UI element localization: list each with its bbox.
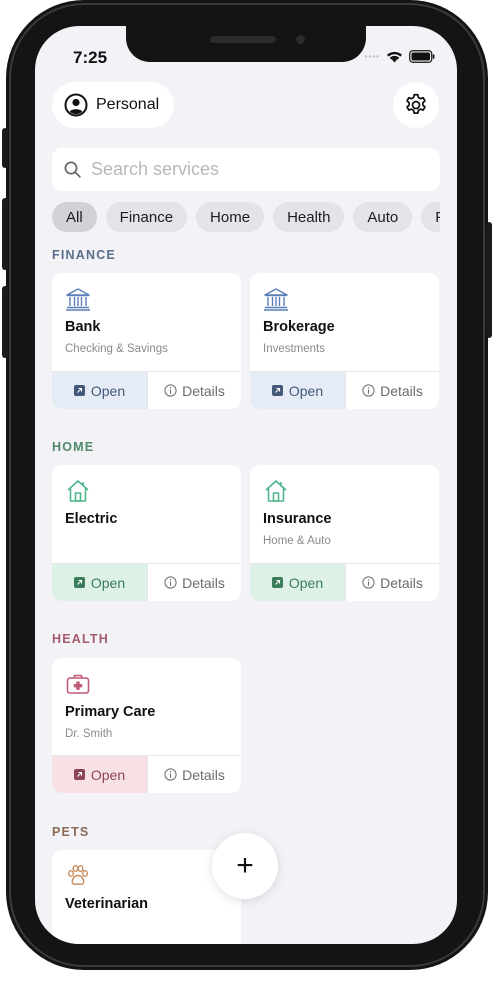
filter-chip-home[interactable]: Home: [196, 202, 265, 232]
open-button[interactable]: Open: [52, 564, 147, 601]
details-label: Details: [380, 574, 423, 591]
power-button: [486, 222, 492, 338]
details-button[interactable]: Details: [147, 372, 241, 409]
add-service-button[interactable]: +: [212, 833, 278, 899]
open-button[interactable]: Open: [52, 372, 147, 409]
filter-chip-auto[interactable]: Auto: [353, 202, 413, 232]
filter-chip-finance[interactable]: Finance: [105, 202, 188, 232]
open-button[interactable]: Open: [250, 372, 345, 409]
battery-icon: [409, 50, 435, 63]
signal-dots-icon: ••••: [364, 52, 380, 61]
open-label: Open: [288, 574, 324, 591]
section-title-home: HOME: [52, 440, 95, 454]
filter-chip-all[interactable]: All: [52, 202, 97, 232]
user-circle-icon: [64, 93, 88, 117]
gear-icon: [406, 93, 426, 114]
card-actions: Open Details: [52, 755, 241, 793]
section-title-finance: FINANCE: [52, 248, 116, 262]
filter-chips: All Finance Home Health Auto Pets: [52, 202, 440, 232]
card-subtitle: Dr. Smith: [65, 728, 113, 740]
details-button[interactable]: Details: [345, 564, 439, 601]
details-label: Details: [182, 574, 225, 591]
filter-chip-health[interactable]: Health: [273, 202, 345, 232]
card-title: Bank: [65, 319, 101, 335]
open-button[interactable]: Open: [250, 564, 345, 601]
volume-up-button: [2, 198, 8, 270]
open-label: Open: [288, 382, 324, 399]
search-icon: [64, 161, 81, 178]
medical-kit-icon: [66, 674, 90, 694]
status-indicators: ••••: [365, 50, 435, 63]
house-icon: [67, 480, 89, 502]
info-icon: [164, 768, 177, 781]
info-icon: [362, 384, 375, 397]
open-external-icon: [73, 769, 85, 780]
mute-switch: [2, 128, 8, 168]
card-title: Veterinarian: [65, 896, 149, 912]
service-card-brokerage: Brokerage Investments Open Details: [250, 273, 439, 409]
service-card-electric: Electric Open Details: [52, 465, 241, 601]
filter-chip-pets[interactable]: Pets: [421, 202, 440, 232]
notch: [126, 26, 366, 62]
details-button[interactable]: Details: [147, 564, 241, 601]
card-actions: Open Details: [52, 563, 241, 601]
search-input[interactable]: [91, 159, 411, 180]
card-title: Insurance: [263, 511, 332, 527]
open-external-icon: [73, 577, 85, 588]
section-title-pets: PETS: [52, 825, 90, 839]
details-button[interactable]: Details: [345, 372, 439, 409]
front-camera: [296, 35, 305, 44]
info-icon: [164, 576, 177, 589]
app-screen: 7:25 •••• Personal Search services All F…: [35, 26, 457, 944]
details-label: Details: [182, 766, 225, 783]
open-label: Open: [90, 382, 126, 399]
profile-label: Personal: [96, 96, 160, 113]
card-subtitle: Checking & Savings: [65, 343, 168, 355]
card-subtitle: Investments: [263, 343, 325, 355]
bank-icon: [66, 288, 90, 311]
service-card-insurance: Insurance Home & Auto Open Details: [250, 465, 439, 601]
house-icon: [265, 480, 287, 502]
open-external-icon: [271, 577, 283, 588]
speaker-grille: [210, 36, 276, 43]
open-external-icon: [271, 385, 283, 396]
info-icon: [362, 576, 375, 589]
status-time: 7:25: [73, 48, 108, 67]
wifi-icon: [387, 51, 402, 63]
card-actions: Open Details: [250, 563, 439, 601]
bank-icon: [264, 288, 288, 311]
open-button[interactable]: Open: [52, 756, 147, 793]
card-title: Primary Care: [65, 704, 156, 720]
open-external-icon: [73, 385, 85, 396]
service-card-primary-care: Primary Care Dr. Smith Open Details: [52, 658, 241, 793]
section-title-health: HEALTH: [52, 632, 109, 646]
info-icon: [164, 384, 177, 397]
profile-switcher-button[interactable]: Personal: [52, 82, 174, 128]
open-label: Open: [90, 766, 126, 783]
service-card-bank: Bank Checking & Savings Open Details: [52, 273, 241, 409]
card-actions: Open Details: [52, 371, 241, 409]
search-bar: [52, 148, 440, 191]
card-title: Electric: [65, 511, 118, 527]
card-title: Brokerage: [263, 319, 335, 335]
card-subtitle: Home & Auto: [263, 535, 331, 547]
details-button[interactable]: Details: [147, 756, 241, 793]
open-label: Open: [90, 574, 126, 591]
details-label: Details: [380, 382, 423, 399]
settings-button[interactable]: [393, 82, 439, 128]
volume-down-button: [2, 286, 8, 358]
paw-icon: [68, 865, 89, 886]
card-actions: Open Details: [250, 371, 439, 409]
details-label: Details: [182, 382, 225, 399]
